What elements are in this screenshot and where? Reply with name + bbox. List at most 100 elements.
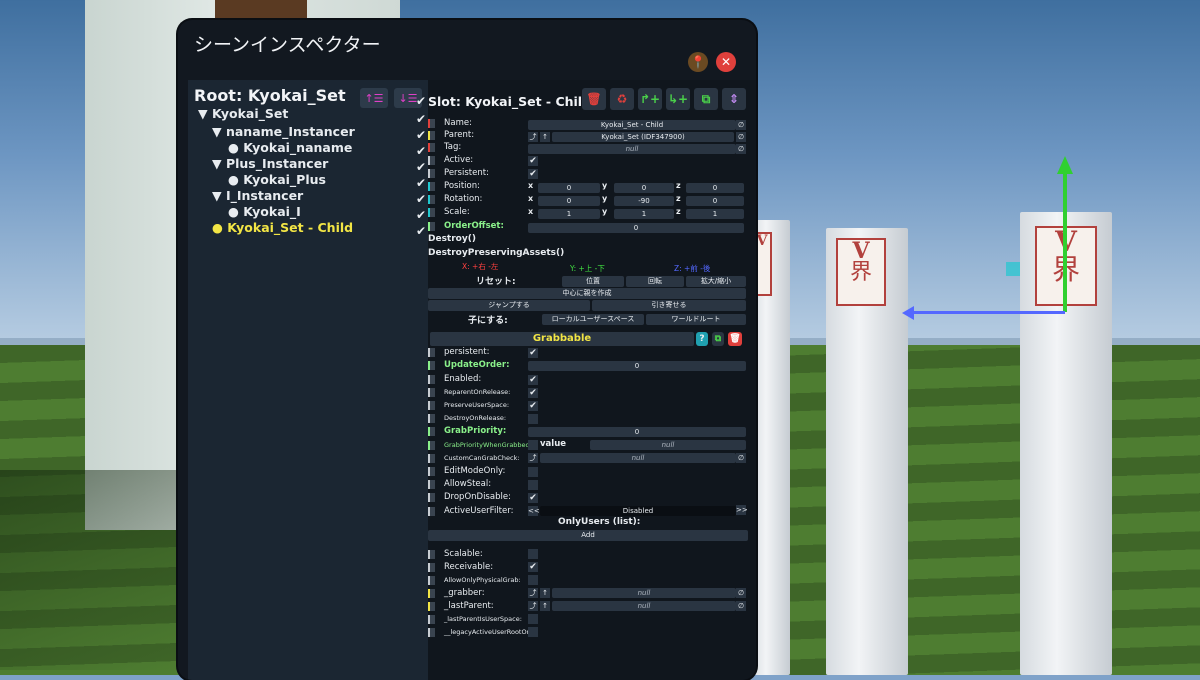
destroy-action[interactable]: Destroy() xyxy=(428,234,476,244)
custom-can-grab-clear-button[interactable]: ∅ xyxy=(736,453,746,463)
destroy-slot-button[interactable]: 🗑 xyxy=(582,88,606,110)
custom-can-grab-field[interactable]: null xyxy=(540,453,736,463)
last-parent-up-button[interactable]: ↑ xyxy=(540,601,550,611)
insert-parent-button[interactable]: ↱+ xyxy=(638,88,662,110)
add-child-button[interactable]: ↳+ xyxy=(666,88,690,110)
parent-field[interactable]: Kyokai_Set (IDF347900) xyxy=(552,132,734,142)
gizmo-center-cube[interactable] xyxy=(1006,262,1020,276)
active-check-icon[interactable]: ✔ xyxy=(416,94,426,108)
last-parent-field[interactable]: null xyxy=(552,601,736,611)
enabled-checkbox[interactable]: ✔ xyxy=(528,375,538,385)
create-parent-button[interactable]: 中心に親を作成 xyxy=(428,288,746,299)
grab-priority-when-grabbed-checkbox[interactable] xyxy=(528,440,538,450)
scale-x-field[interactable]: 1 xyxy=(538,209,600,219)
active-check-icon[interactable]: ✔ xyxy=(416,208,426,222)
tree-item-kyokai-naname[interactable]: ● Kyokai_naname xyxy=(228,140,352,155)
active-check-icon[interactable]: ✔ xyxy=(416,192,426,206)
grabbable-component-header[interactable]: Grabbable xyxy=(430,332,694,346)
edit-mode-only-checkbox[interactable] xyxy=(528,467,538,477)
last-parent-clear-button[interactable]: ∅ xyxy=(736,601,746,611)
jump-button[interactable]: ジャンプする xyxy=(428,300,590,311)
rotation-y-field[interactable]: -90 xyxy=(614,196,674,206)
position-z-field[interactable]: 0 xyxy=(686,183,744,193)
component-duplicate-button[interactable]: ⧉ xyxy=(712,332,724,346)
tag-clear-button[interactable]: ∅ xyxy=(736,144,746,154)
filter-prev-button[interactable]: << xyxy=(528,506,540,516)
gizmo-y-arrow-icon[interactable] xyxy=(1057,156,1073,174)
filter-next-button[interactable]: >> xyxy=(736,505,748,515)
active-check-icon[interactable]: ✔ xyxy=(416,176,426,190)
local-user-space-button[interactable]: ローカルユーザースペース xyxy=(542,314,644,325)
last-parent-jump-button[interactable]: ⤴ xyxy=(528,601,538,611)
scalable-checkbox[interactable] xyxy=(528,549,538,559)
allow-only-physical-grab-checkbox[interactable] xyxy=(528,575,538,585)
drop-on-disable-checkbox[interactable]: ✔ xyxy=(528,493,538,503)
active-check-icon[interactable]: ✔ xyxy=(416,144,426,158)
active-check-icon[interactable]: ✔ xyxy=(416,224,426,238)
reorder-button[interactable]: ⇕ xyxy=(722,88,746,110)
axis-x-label: x xyxy=(528,194,534,203)
tree-item-kyokai-i[interactable]: ● Kyokai_I xyxy=(228,204,301,219)
destroy-on-release-checkbox[interactable] xyxy=(528,414,538,424)
tree-item-naname-instancer[interactable]: ▼ naname_Instancer xyxy=(212,124,355,139)
tree-shadow xyxy=(0,470,180,670)
order-offset-field[interactable]: 0 xyxy=(528,223,744,233)
tree-item-plus-instancer[interactable]: ▼ Plus_Instancer xyxy=(212,156,328,171)
active-check-icon[interactable]: ✔ xyxy=(416,112,426,126)
name-field[interactable]: Kyokai_Set - Child xyxy=(528,120,736,130)
tree-item-kyokai-set[interactable]: ▼ Kyokai_Set xyxy=(198,106,288,121)
reset-scale-button[interactable]: 拡大/縮小 xyxy=(686,276,746,287)
parent-jump-button[interactable]: ⤴ xyxy=(528,132,538,142)
allow-steal-checkbox[interactable] xyxy=(528,480,538,490)
update-order-field[interactable]: 0 xyxy=(528,361,746,371)
rotation-z-field[interactable]: 0 xyxy=(686,196,744,206)
world-root-button[interactable]: ワールドルート xyxy=(646,314,746,325)
scale-z-field[interactable]: 1 xyxy=(686,209,744,219)
legacy-active-user-root-checkbox[interactable] xyxy=(528,627,538,637)
reset-rotation-button[interactable]: 回転 xyxy=(626,276,684,287)
recycle-button[interactable]: ♻ xyxy=(610,88,634,110)
persistent-checkbox[interactable]: ✔ xyxy=(528,169,538,179)
gizmo-y-axis[interactable] xyxy=(1063,170,1067,312)
gizmo-z-axis[interactable] xyxy=(910,311,1065,314)
preserve-user-space-checkbox[interactable]: ✔ xyxy=(528,401,538,411)
scale-y-field[interactable]: 1 xyxy=(614,209,674,219)
last-parent-user-space-checkbox[interactable] xyxy=(528,614,538,624)
grab-priority-field[interactable]: 0 xyxy=(528,427,746,437)
rotation-x-field[interactable]: 0 xyxy=(538,196,600,206)
add-button[interactable]: Add xyxy=(428,530,748,541)
close-button[interactable]: ✕ xyxy=(716,52,736,72)
parent-up-button[interactable]: ↑ xyxy=(540,132,550,142)
tree-item-kyokai-set-child[interactable]: ● Kyokai_Set - Child xyxy=(212,220,353,235)
component-remove-button[interactable]: 🗑 xyxy=(728,332,742,346)
active-check-icon[interactable]: ✔ xyxy=(416,160,426,174)
destroy-preserving-assets-action[interactable]: DestroyPreservingAssets() xyxy=(428,248,564,258)
receivable-checkbox[interactable]: ✔ xyxy=(528,562,538,572)
pull-button[interactable]: 引き寄せる xyxy=(592,300,746,311)
active-user-filter-field[interactable]: Disabled xyxy=(540,506,736,516)
name-clear-button[interactable]: ∅ xyxy=(736,120,746,130)
parent-clear-button[interactable]: ∅ xyxy=(736,132,746,142)
root-up-button[interactable]: ↑☰ xyxy=(360,88,388,108)
active-checkbox[interactable]: ✔ xyxy=(528,156,538,166)
custom-can-grab-jump-button[interactable]: ⤴ xyxy=(528,453,538,463)
pin-button[interactable]: 📍 xyxy=(688,52,708,72)
grabber-field[interactable]: null xyxy=(552,588,736,598)
reparent-checkbox[interactable]: ✔ xyxy=(528,388,538,398)
active-check-icon[interactable]: ✔ xyxy=(416,128,426,142)
grabber-up-button[interactable]: ↑ xyxy=(540,588,550,598)
duplicate-button[interactable]: ⧉ xyxy=(694,88,718,110)
grabber-clear-button[interactable]: ∅ xyxy=(736,588,746,598)
position-x-field[interactable]: 0 xyxy=(538,183,600,193)
grabber-jump-button[interactable]: ⤴ xyxy=(528,588,538,598)
g-persistent-checkbox[interactable]: ✔ xyxy=(528,348,538,358)
make-child-label: 子にする: xyxy=(468,316,508,326)
tag-field[interactable]: null xyxy=(528,144,736,154)
tree-item-i-instancer[interactable]: ▼ I_Instancer xyxy=(212,188,303,203)
gizmo-z-arrow-icon[interactable] xyxy=(902,306,914,320)
value-field[interactable]: null xyxy=(590,440,746,450)
component-help-button[interactable]: ? xyxy=(696,332,708,346)
reset-position-button[interactable]: 位置 xyxy=(562,276,624,287)
tree-item-kyokai-plus[interactable]: ● Kyokai_Plus xyxy=(228,172,326,187)
position-y-field[interactable]: 0 xyxy=(614,183,674,193)
